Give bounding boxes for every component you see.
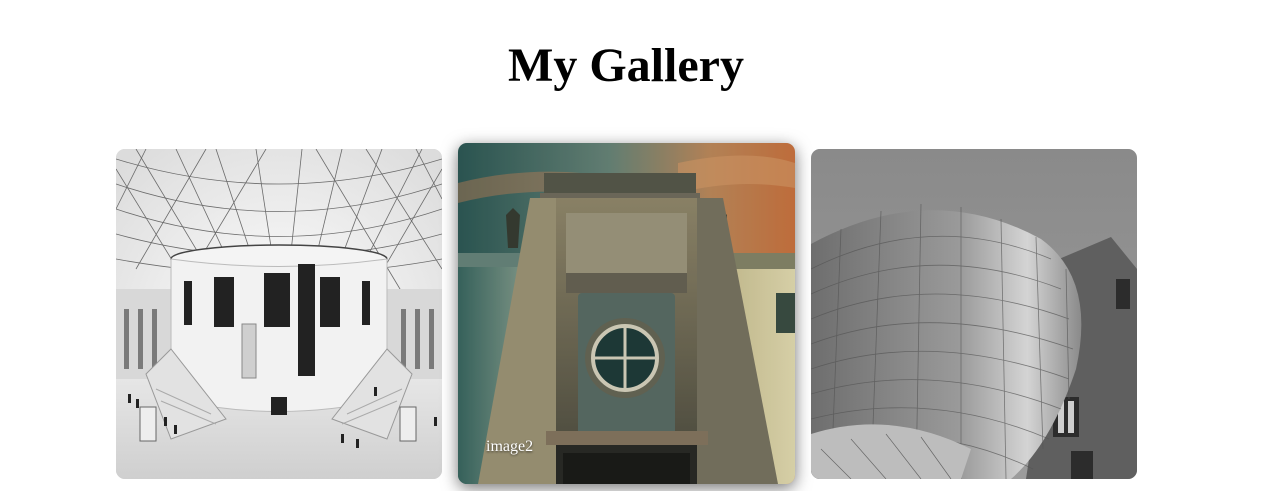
image-caption: image2 xyxy=(486,438,534,455)
building-facade-photo xyxy=(458,143,795,484)
gallery-item-3[interactable] xyxy=(811,149,1137,479)
curved-architecture-photo xyxy=(811,149,1137,479)
gallery-item-1[interactable] xyxy=(116,149,442,479)
gallery-item-2[interactable]: image2 xyxy=(458,143,795,484)
gallery: image2 xyxy=(0,0,1280,491)
museum-atrium-photo xyxy=(116,149,442,479)
